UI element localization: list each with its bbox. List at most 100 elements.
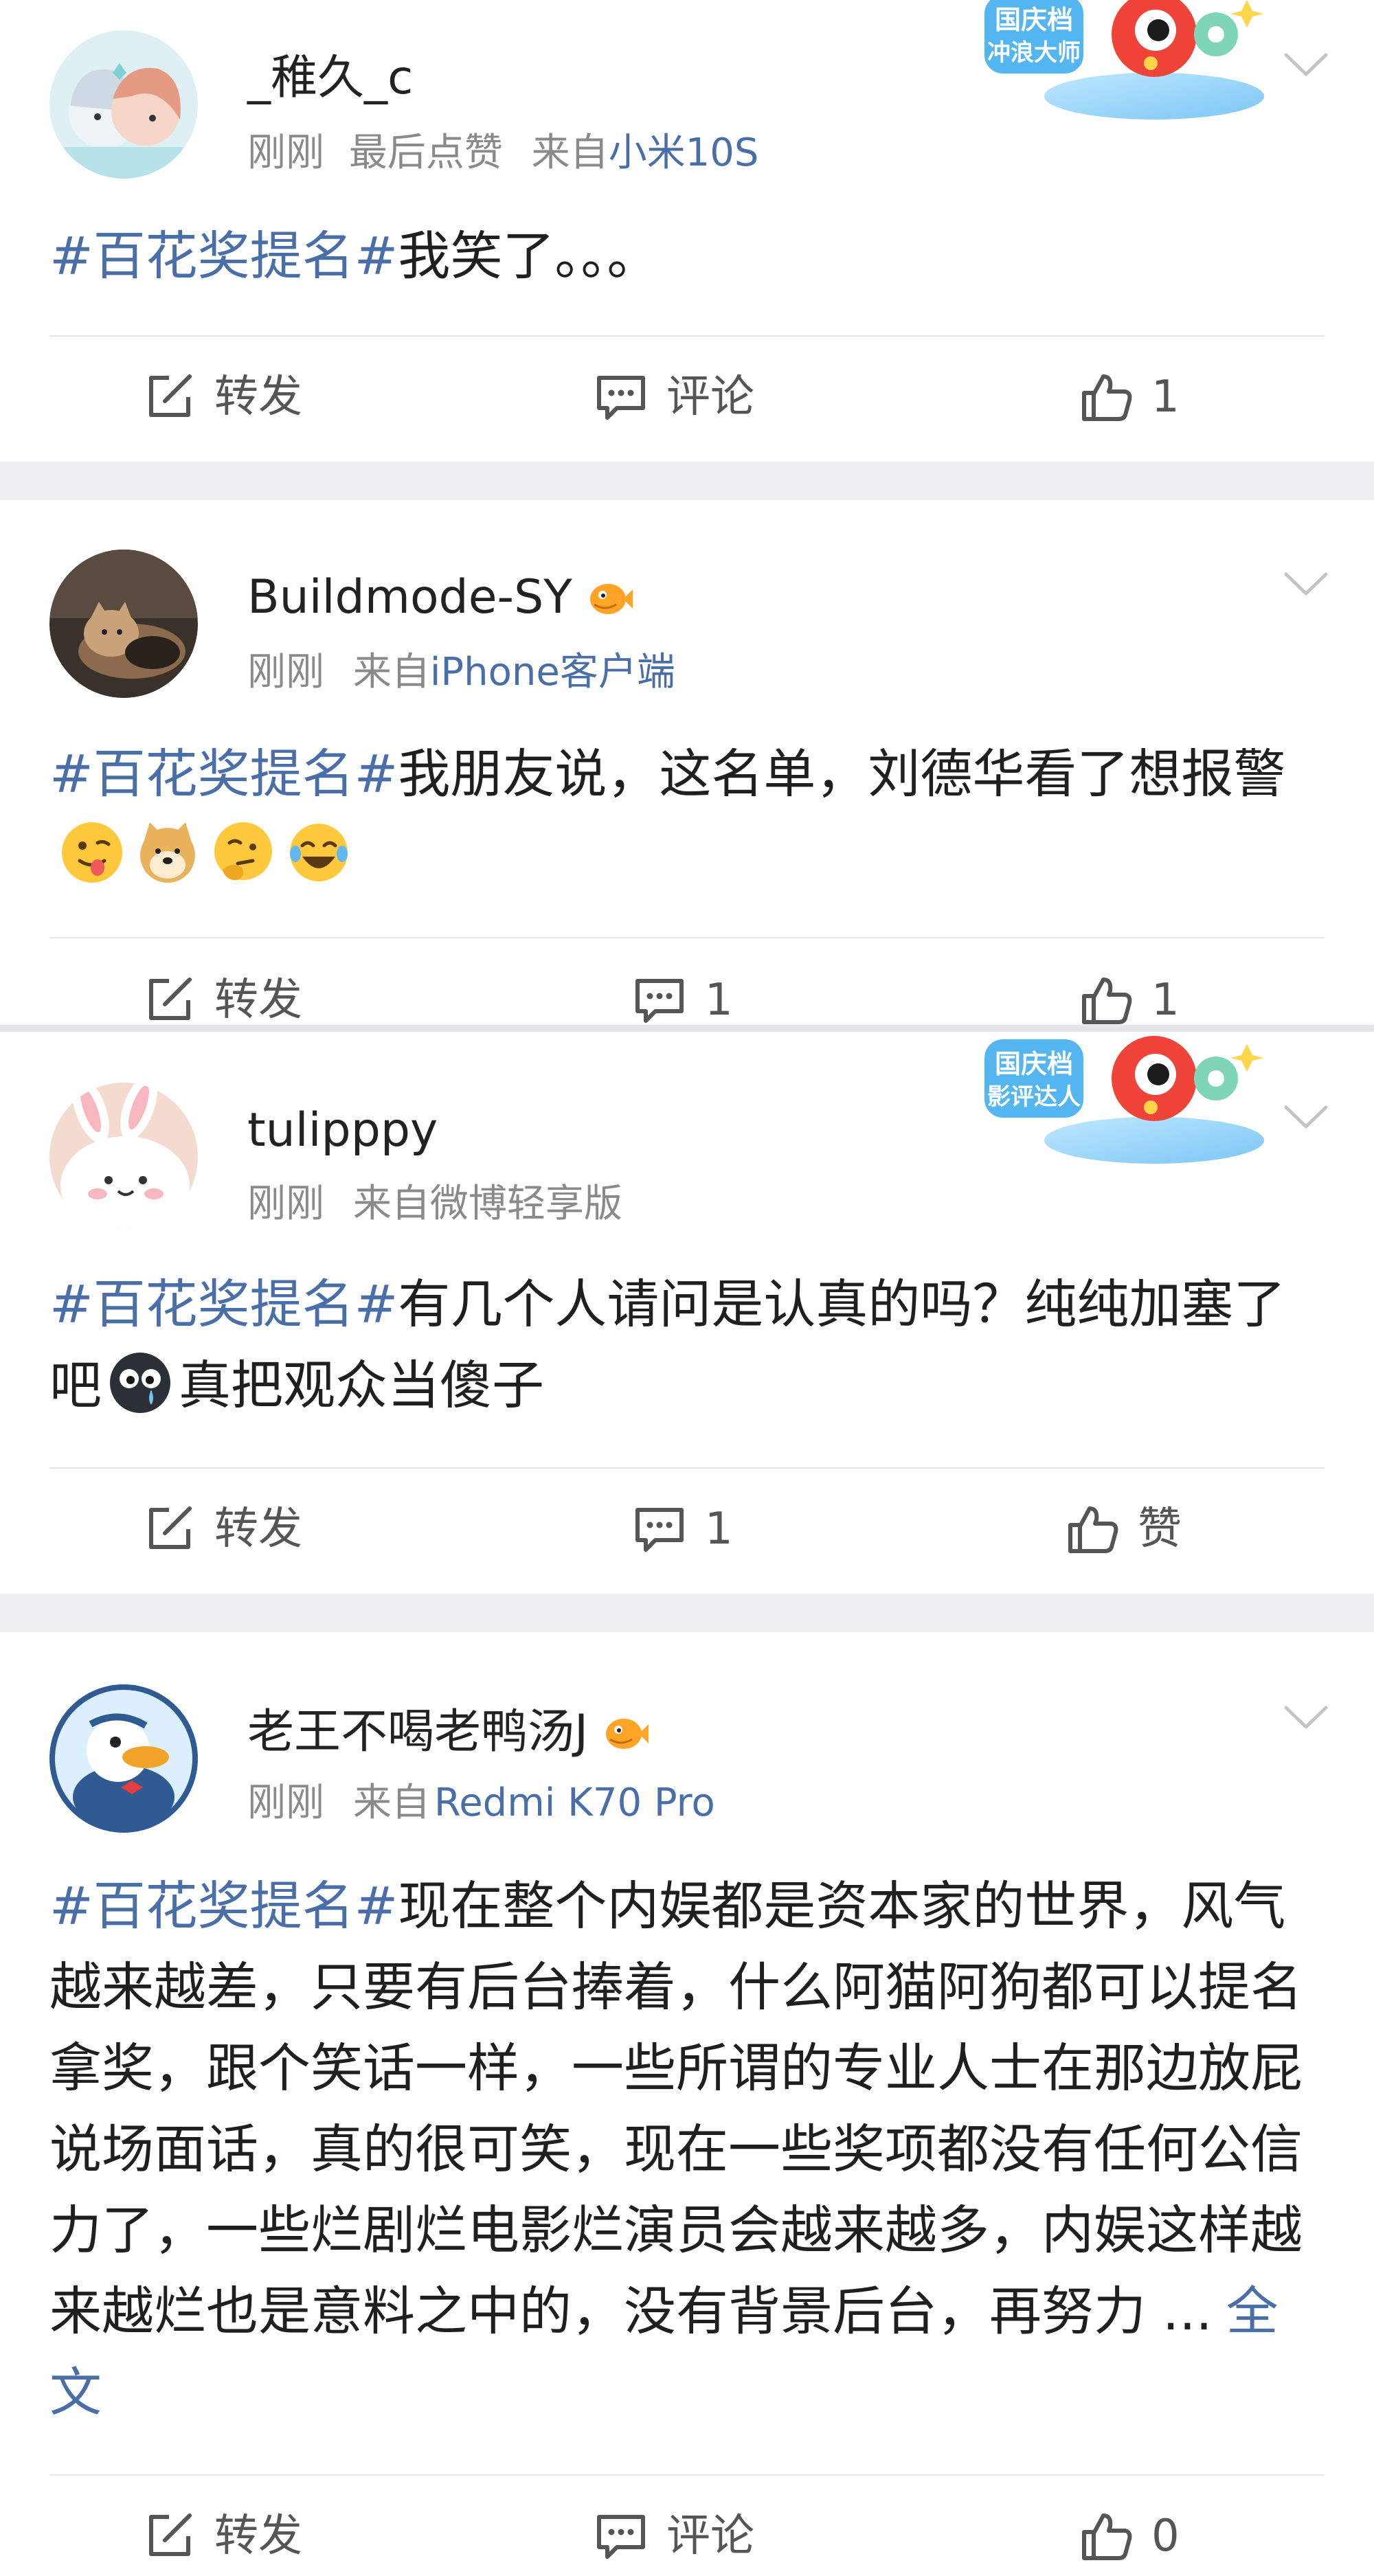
divider bbox=[49, 1467, 1325, 1469]
thumbs-up-icon bbox=[1082, 978, 1132, 1024]
source-prefix: 来自 bbox=[352, 1182, 430, 1226]
comment-button[interactable]: 评论 bbox=[594, 370, 754, 425]
crying-emoji bbox=[110, 1353, 170, 1413]
like-count: 0 bbox=[1151, 2511, 1180, 2562]
repost-icon bbox=[149, 1506, 192, 1549]
chevron-down-icon[interactable] bbox=[1283, 570, 1329, 598]
source-device[interactable]: Redmi K70 Pro bbox=[434, 1781, 715, 1825]
post-content: 我朋友说，这名单，刘德华看了想报警 bbox=[398, 743, 1286, 804]
thinking-emoji bbox=[214, 822, 272, 881]
post-content-tail: 真把观众当傻子 bbox=[179, 1355, 544, 1416]
source-device[interactable]: 微博轻享版 bbox=[430, 1182, 622, 1226]
like-button[interactable]: 0 bbox=[1079, 2509, 1180, 2564]
divider bbox=[49, 2474, 1325, 2476]
badge-line2: 冲浪大师 bbox=[987, 39, 1081, 67]
post-text: #百花奖提名#有几个人请问是认真的吗？纯纯加塞了吧 真把观众当傻子 bbox=[49, 1264, 1327, 1426]
username[interactable]: tulipppy bbox=[247, 1103, 438, 1158]
post-text: #百花奖提名#现在整个内娱都是资本家的世界，风气越来越差，只要有后台捧着，什么阿… bbox=[49, 1866, 1327, 2433]
repost-button[interactable]: 转发 bbox=[142, 1502, 302, 1557]
comment-icon bbox=[597, 2515, 645, 2559]
badge-line1: 国庆档 bbox=[995, 1049, 1073, 1079]
divider bbox=[49, 335, 1325, 337]
post-content: 我笑了。。。 bbox=[398, 225, 660, 286]
repost-label: 转发 bbox=[214, 2511, 302, 2562]
like-count: 1 bbox=[1151, 372, 1180, 422]
avatar[interactable] bbox=[49, 1684, 198, 1833]
source-device[interactable]: iPhone客户端 bbox=[430, 650, 675, 694]
post-text: #百花奖提名#我笑了。。。 bbox=[49, 216, 1327, 297]
comment-button[interactable]: 评论 bbox=[594, 2509, 754, 2564]
chevron-down-icon[interactable] bbox=[1283, 1103, 1329, 1131]
like-label: 赞 bbox=[1138, 1504, 1182, 1555]
thumbs-up-icon bbox=[1082, 2513, 1132, 2560]
hashtag-link[interactable]: #百花奖提名# bbox=[49, 1274, 398, 1335]
post-card: 老王不喝老鸭汤J 刚刚 来自 Redmi K70 Pro #百花奖提名#现在整个内… bbox=[0, 1632, 1374, 2576]
comment-count: 1 bbox=[705, 1504, 733, 1555]
vip-fish-icon[interactable] bbox=[585, 576, 634, 620]
post-meta: 刚刚 来自iPhone客户端 bbox=[247, 650, 675, 695]
username-text[interactable]: tulipppy bbox=[247, 1103, 438, 1158]
separator bbox=[0, 462, 1374, 500]
repost-icon bbox=[149, 2513, 192, 2556]
event-badge-icon[interactable]: 国庆档 冲浪大师 bbox=[976, 0, 1271, 124]
badge-line1: 国庆档 bbox=[995, 5, 1073, 35]
repost-label: 转发 bbox=[214, 1504, 302, 1555]
separator bbox=[0, 1025, 1374, 1032]
username[interactable]: 老王不喝老鸭汤J bbox=[247, 1705, 650, 1760]
chevron-down-icon[interactable] bbox=[1283, 1704, 1329, 1731]
repost-button[interactable]: 转发 bbox=[142, 973, 302, 1025]
username-text[interactable]: 老王不喝老鸭汤J bbox=[247, 1705, 588, 1760]
divider bbox=[49, 937, 1325, 938]
vip-fish-icon[interactable] bbox=[600, 1710, 650, 1754]
tongue-emoji bbox=[62, 822, 122, 883]
avatar[interactable] bbox=[49, 30, 198, 179]
hashtag-link[interactable]: #百花奖提名# bbox=[49, 225, 398, 286]
repost-button[interactable]: 转发 bbox=[142, 2509, 302, 2564]
repost-button[interactable]: 转发 bbox=[142, 370, 302, 425]
post-meta: 刚刚 来自微博轻享版 bbox=[247, 1182, 622, 1227]
repost-icon bbox=[149, 374, 192, 417]
avatar[interactable] bbox=[49, 550, 198, 698]
comment-icon bbox=[597, 376, 645, 420]
thumbs-up-icon bbox=[1068, 1506, 1118, 1553]
badge-line2: 影评达人 bbox=[987, 1083, 1081, 1111]
hashtag-link[interactable]: #百花奖提名# bbox=[49, 743, 398, 804]
post-card: _稚久_c 刚刚 最后点赞 来自小米10S 国庆档 冲浪大师 #百花奖提名#我笑… bbox=[0, 0, 1374, 462]
like-button[interactable]: 赞 bbox=[1065, 1502, 1182, 1557]
comment-button[interactable]: 1 bbox=[632, 973, 733, 1025]
post-card: tulipppy 刚刚 来自微博轻享版 国庆档 影评达人 #百花奖提名#有几个人… bbox=[0, 1032, 1374, 1594]
comment-count: 1 bbox=[705, 975, 733, 1025]
repost-icon bbox=[149, 978, 192, 1020]
hashtag-link[interactable]: #百花奖提名# bbox=[49, 1875, 398, 1936]
username[interactable]: Buildmode-SY bbox=[247, 570, 634, 625]
chevron-down-icon[interactable] bbox=[1283, 51, 1329, 78]
comment-button[interactable]: 1 bbox=[632, 1502, 733, 1557]
username-text[interactable]: Buildmode-SY bbox=[247, 570, 572, 625]
username-text[interactable]: _稚久_c bbox=[247, 51, 413, 106]
post-time: 刚刚 bbox=[247, 131, 324, 175]
comment-label: 评论 bbox=[666, 2511, 754, 2562]
separator bbox=[0, 1594, 1374, 1632]
event-badge-icon[interactable]: 国庆档 影评达人 bbox=[976, 1032, 1271, 1168]
comment-icon bbox=[635, 1508, 684, 1552]
source-prefix: 来自 bbox=[531, 131, 609, 175]
avatar[interactable] bbox=[49, 1083, 198, 1231]
post-meta: 刚刚 来自 Redmi K70 Pro bbox=[247, 1781, 715, 1826]
post-content: 现在整个内娱都是资本家的世界，风气越来越差，只要有后台捧着，什么阿猫阿狗都可以提… bbox=[49, 1875, 1303, 2342]
source-device[interactable]: 小米10S bbox=[609, 131, 759, 175]
post-time: 刚刚 bbox=[247, 650, 324, 694]
post-card: Buildmode-SY 刚刚 来自iPhone客户端 #百花奖提名#我朋友说，… bbox=[0, 500, 1374, 1025]
feed: _稚久_c 刚刚 最后点赞 来自小米10S 国庆档 冲浪大师 #百花奖提名#我笑… bbox=[0, 0, 1374, 2576]
post-time: 刚刚 bbox=[247, 1781, 324, 1825]
comment-icon bbox=[635, 979, 684, 1023]
laugh-cry-emoji bbox=[290, 824, 348, 881]
post-time: 刚刚 bbox=[247, 1182, 324, 1226]
post-meta: 刚刚 最后点赞 来自小米10S bbox=[247, 131, 758, 176]
source-prefix: 来自 bbox=[352, 1781, 430, 1825]
like-button[interactable]: 1 bbox=[1079, 973, 1180, 1025]
like-button[interactable]: 1 bbox=[1079, 370, 1180, 425]
comment-label: 评论 bbox=[666, 372, 754, 422]
last-like-note: 最后点赞 bbox=[348, 131, 503, 175]
like-count: 1 bbox=[1151, 975, 1180, 1025]
username[interactable]: _稚久_c bbox=[247, 51, 413, 106]
